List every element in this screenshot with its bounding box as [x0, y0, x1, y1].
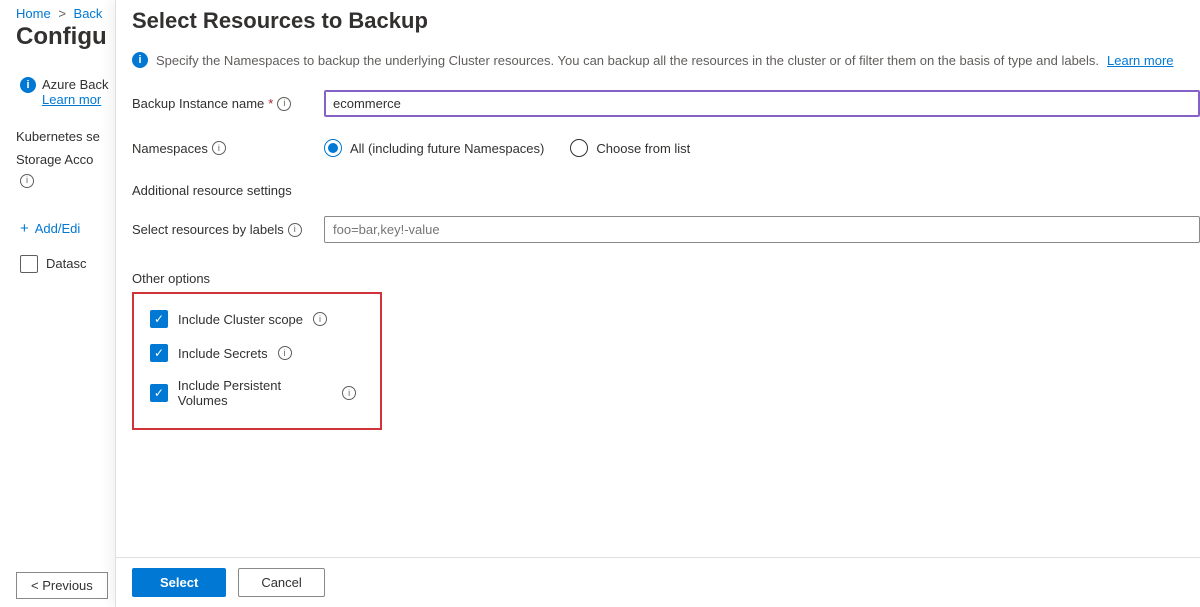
breadcrumb-back[interactable]: Back — [74, 6, 103, 21]
add-edit-label: Add/Edi — [35, 221, 81, 236]
previous-button[interactable]: < Previous — [16, 572, 108, 599]
required-asterisk: * — [268, 96, 273, 111]
radio-circle-icon — [570, 139, 588, 157]
help-icon[interactable]: i — [342, 386, 356, 400]
help-icon[interactable]: i — [212, 141, 226, 155]
help-icon[interactable]: i — [277, 97, 291, 111]
cancel-button[interactable]: Cancel — [238, 568, 324, 597]
other-options-highlight: ✓ Include Cluster scope i ✓ Include Secr… — [132, 292, 382, 430]
plus-icon: + — [20, 220, 29, 237]
resources-by-labels-input[interactable] — [324, 216, 1200, 243]
namespaces-label: Namespaces — [132, 141, 208, 156]
add-edit-link[interactable]: + Add/Edi — [0, 188, 110, 237]
check-icon: ✓ — [154, 346, 164, 360]
include-pv-label: Include Persistent Volumes — [178, 378, 332, 408]
radio-circle-icon — [324, 139, 342, 157]
breadcrumb: Home > Back — [0, 0, 110, 23]
learn-more-link[interactable]: Learn more — [1107, 53, 1173, 68]
include-cluster-scope-checkbox[interactable]: ✓ — [150, 310, 168, 328]
breadcrumb-separator: > — [58, 6, 66, 21]
kubernetes-label: Kubernetes se — [0, 107, 110, 144]
help-icon[interactable]: i — [20, 174, 34, 188]
info-text: Azure Back — [42, 77, 108, 92]
info-icon: i — [132, 52, 148, 68]
blade-title: Select Resources to Backup — [132, 0, 1200, 52]
check-icon: ✓ — [154, 312, 164, 326]
page-title: Configu — [0, 23, 110, 57]
radio-choose-from-list[interactable]: Choose from list — [570, 139, 690, 157]
radio-all-label: All (including future Namespaces) — [350, 141, 544, 156]
check-icon: ✓ — [154, 386, 164, 400]
include-pv-checkbox[interactable]: ✓ — [150, 384, 168, 402]
additional-settings-header: Additional resource settings — [132, 179, 1200, 216]
labels-label: Select resources by labels — [132, 222, 284, 237]
datasource-checkbox[interactable] — [20, 255, 38, 273]
datasource-label: Datasc — [46, 256, 86, 271]
breadcrumb-home[interactable]: Home — [16, 6, 51, 21]
include-cluster-scope-label: Include Cluster scope — [178, 312, 303, 327]
backup-instance-name-input[interactable] — [324, 90, 1200, 117]
include-secrets-label: Include Secrets — [178, 346, 268, 361]
info-icon: i — [20, 77, 36, 93]
select-resources-blade: Select Resources to Backup i Specify the… — [115, 0, 1200, 607]
learn-more-link[interactable]: Learn mor — [42, 92, 108, 107]
select-button[interactable]: Select — [132, 568, 226, 597]
help-icon[interactable]: i — [313, 312, 327, 326]
include-secrets-checkbox[interactable]: ✓ — [150, 344, 168, 362]
help-icon[interactable]: i — [288, 223, 302, 237]
radio-all-namespaces[interactable]: All (including future Namespaces) — [324, 139, 544, 157]
storage-label: Storage Acco — [0, 144, 110, 167]
instance-name-label: Backup Instance name — [132, 96, 264, 111]
radio-choose-label: Choose from list — [596, 141, 690, 156]
help-icon[interactable]: i — [278, 346, 292, 360]
other-options-header: Other options — [132, 265, 1200, 292]
info-bar-text: Specify the Namespaces to backup the und… — [156, 53, 1099, 68]
